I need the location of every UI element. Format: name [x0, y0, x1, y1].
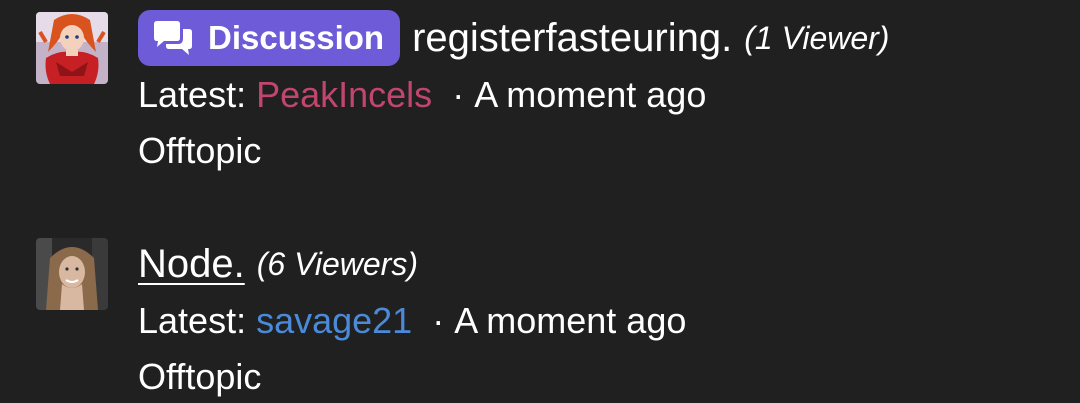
thread-title-line: Discussion registerfasteuring. (1 Viewer…	[138, 10, 1080, 66]
prefix-label: Discussion	[208, 19, 385, 56]
separator: ·	[432, 300, 445, 341]
anime-character-avatar-icon	[36, 12, 108, 84]
thread-content: Discussion registerfasteuring. (1 Viewer…	[138, 10, 1080, 174]
avatar[interactable]	[36, 238, 108, 310]
latest-time[interactable]: A moment ago	[454, 300, 686, 341]
discussion-prefix-badge[interactable]: Discussion	[138, 10, 401, 66]
latest-post-meta: Latest: PeakIncels · A moment ago	[138, 72, 1080, 118]
latest-post-meta: Latest: savage21 · A moment ago	[138, 298, 1080, 344]
thread-title-link[interactable]: Node.	[138, 242, 245, 287]
thread-content: Node. (6 Viewers) Latest: savage21 · A mo…	[138, 236, 1080, 400]
chat-bubbles-icon	[154, 21, 192, 55]
user-photo-avatar-icon	[36, 238, 108, 310]
latest-label: Latest:	[138, 300, 257, 341]
thread-list: Discussion registerfasteuring. (1 Viewer…	[0, 0, 1080, 403]
separator: ·	[452, 74, 465, 115]
thread-title-link[interactable]: registerfasteuring.	[412, 16, 732, 61]
latest-label: Latest:	[138, 74, 257, 115]
forum-link[interactable]: Offtopic	[138, 128, 1080, 174]
viewer-count: (1 Viewer)	[744, 19, 890, 56]
thread-title-line: Node. (6 Viewers)	[138, 236, 1080, 292]
viewer-count: (6 Viewers)	[256, 245, 418, 282]
forum-link[interactable]: Offtopic	[138, 354, 1080, 400]
latest-user-link[interactable]: savage21	[256, 300, 412, 341]
latest-time[interactable]: A moment ago	[474, 74, 706, 115]
latest-user-link[interactable]: PeakIncels	[256, 74, 432, 115]
avatar[interactable]	[36, 12, 108, 84]
